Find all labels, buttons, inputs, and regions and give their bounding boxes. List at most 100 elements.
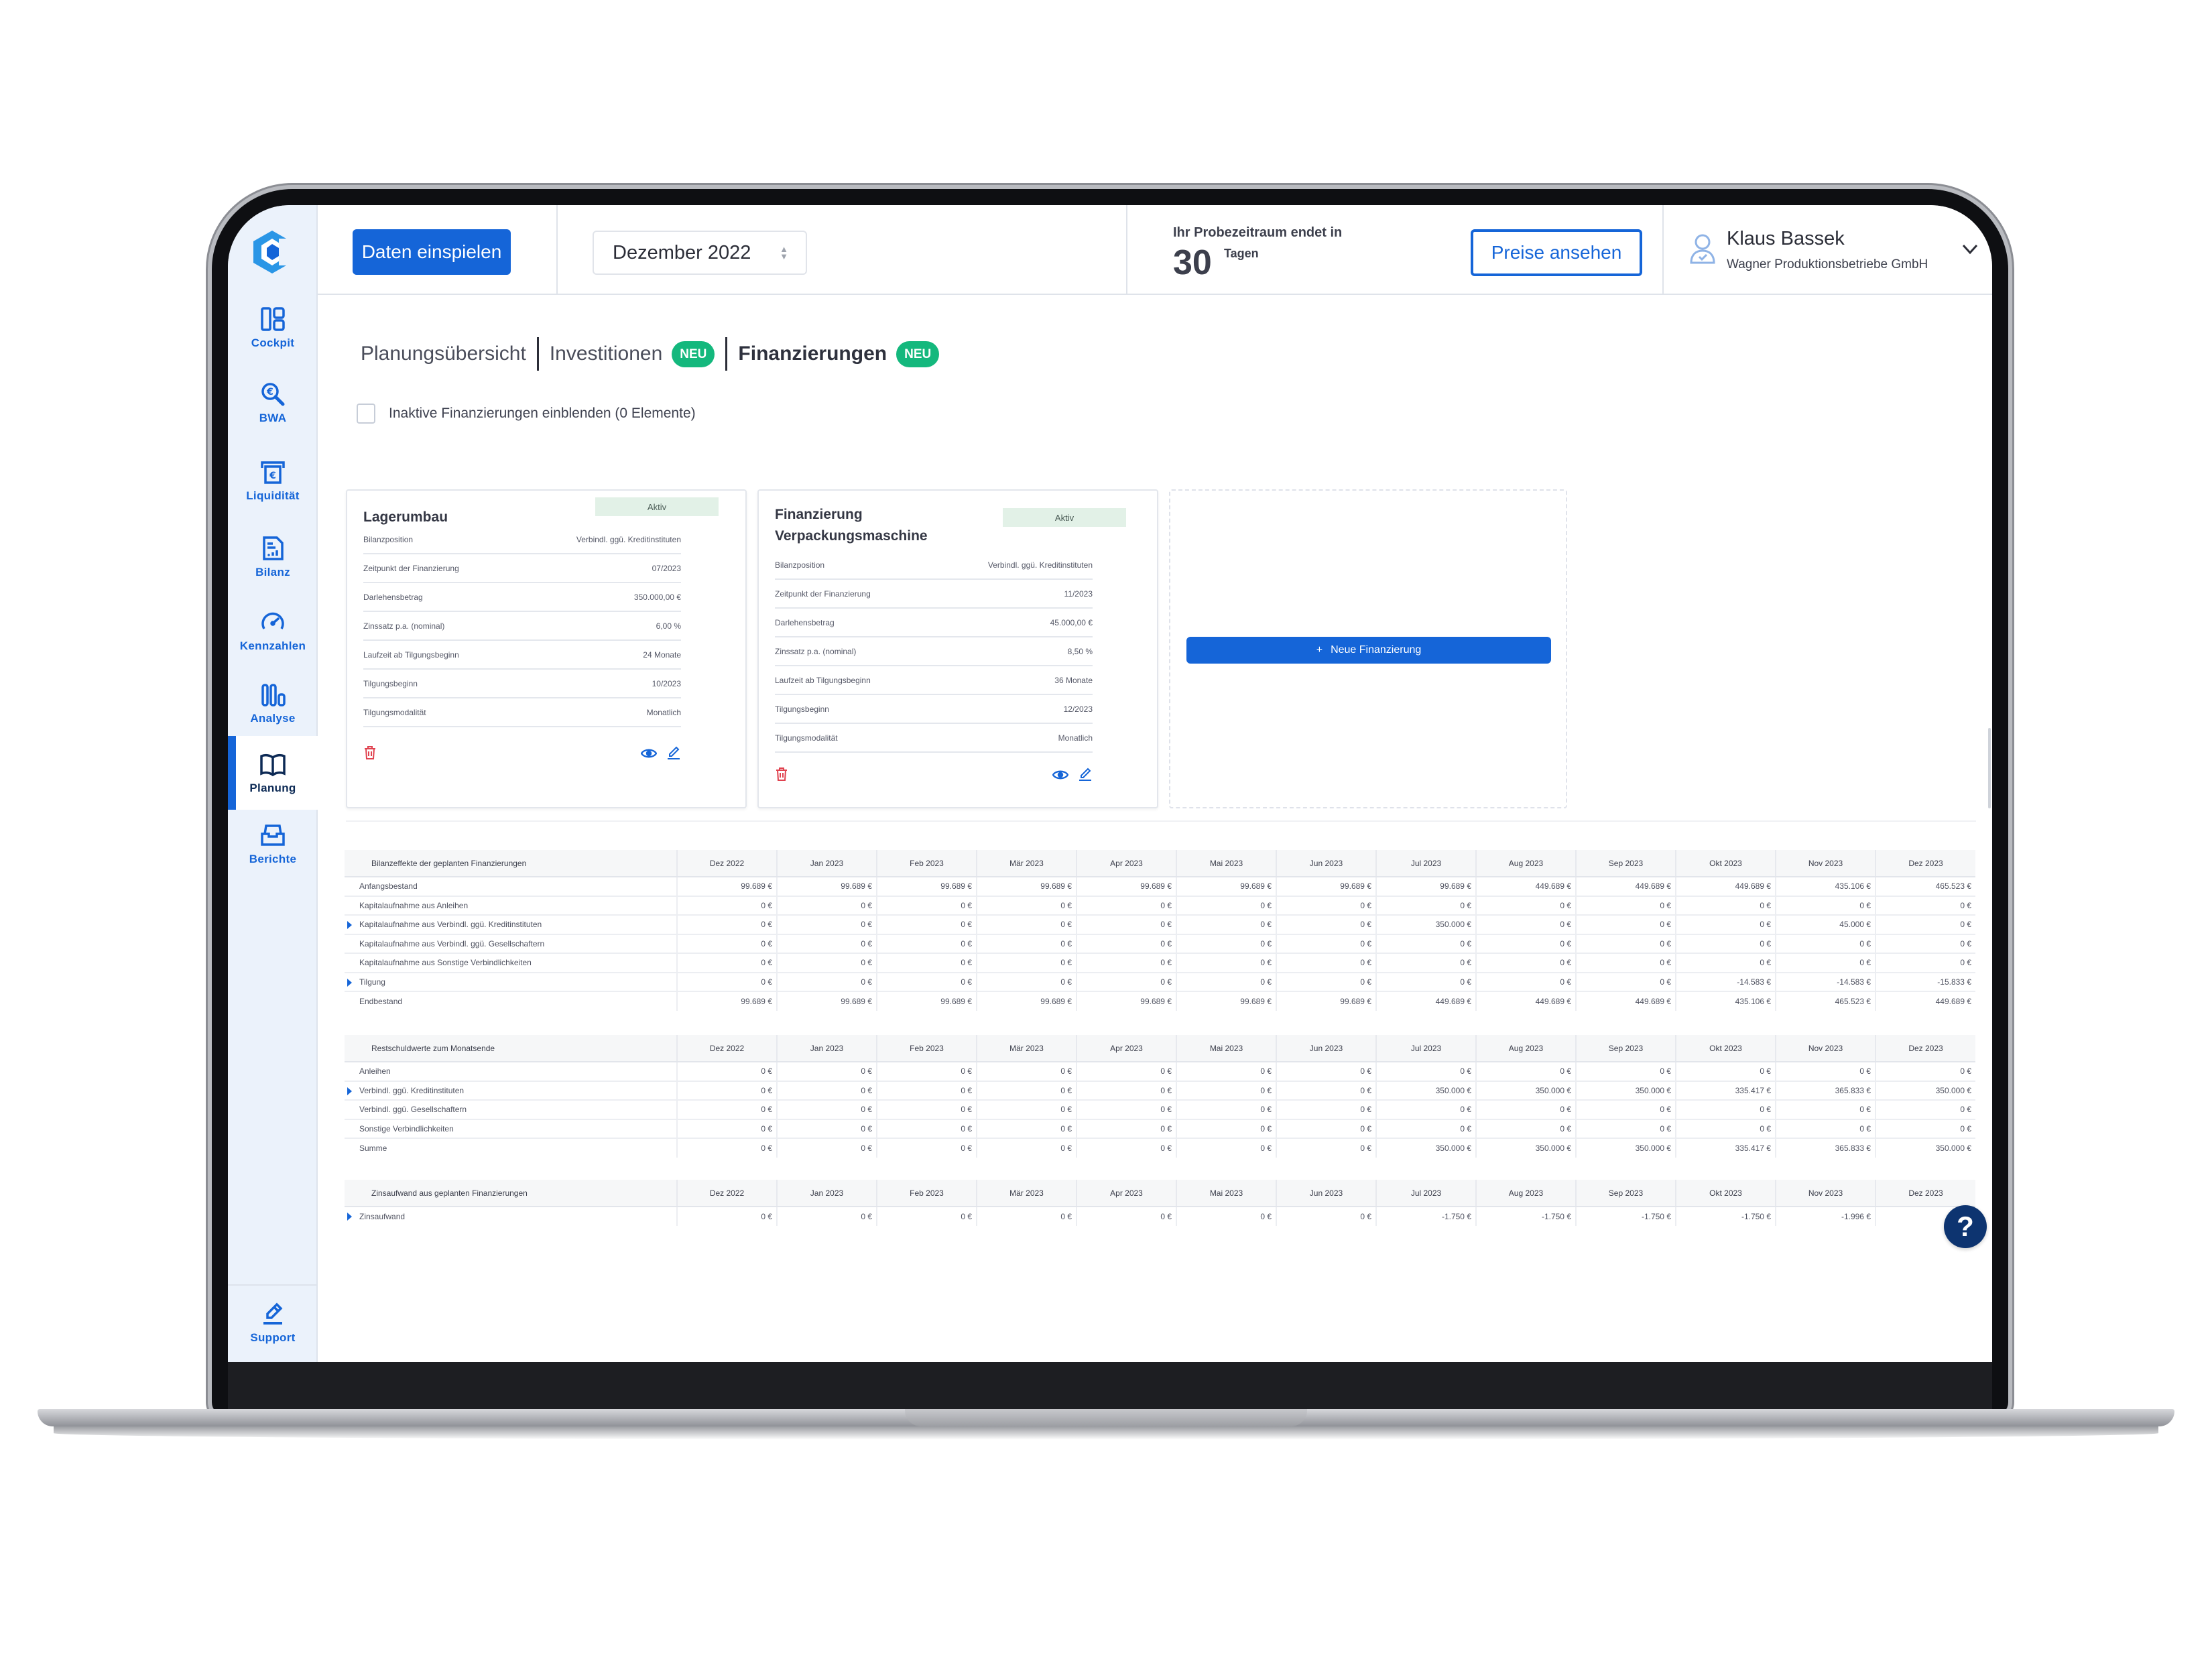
header-divider [1126,205,1127,294]
delete-trash-icon[interactable] [775,767,788,782]
month-select[interactable]: Dezember 2022 ▲ ▼ [593,231,807,275]
table-row: Zinsaufwand 0 €0 €0 €0 €0 €0 €0 € -1.750 €… [345,1207,1975,1226]
sidebar-item-berichte[interactable]: Berichte [228,807,318,881]
help-button[interactable]: ? [1944,1205,1987,1248]
month-column-header: Feb 2023 [876,1035,977,1062]
tab-planungsuebersicht[interactable]: Planungsübersicht [361,343,526,365]
value-cell: 99.689 € [1176,877,1276,897]
value-cell: 0 € [1375,1062,1476,1082]
expand-caret-icon[interactable] [347,978,352,987]
view-eye-icon[interactable] [641,747,657,760]
value-cell: 449.689 € [1575,991,1676,1011]
value-cell: 0 € [1276,1207,1376,1226]
header-divider [556,205,558,294]
open-book-icon [260,753,286,777]
tab-investitionen[interactable]: Investitionen NEU [550,341,715,367]
status-badge: Aktiv [595,497,719,516]
new-financing-button[interactable]: + Neue Finanzierung [1186,637,1551,664]
edit-pencil-icon[interactable] [666,745,681,760]
value-cell: 449.689 € [1875,991,1975,1011]
value-cell: 0 € [676,1207,777,1226]
edit-pencil-icon[interactable] [1078,767,1093,782]
value-cell: 365.833 € [1775,1138,1876,1158]
import-data-button[interactable]: Daten einspielen [353,229,511,275]
value-cell: 449.689 € [1575,877,1676,897]
row-value: 8,50 % [1067,646,1093,656]
value-cell: 0 € [1176,1207,1276,1226]
value-cell: 0 € [1575,953,1676,973]
value-cell: 350.000 € [1375,1138,1476,1158]
app-logo-icon[interactable] [252,229,292,275]
value-cell: 0 € [1875,953,1975,973]
card-row: Zeitpunkt der Finanzierung 07/2023 [363,554,681,583]
card-row: Zeitpunkt der Finanzierung 11/2023 [775,580,1093,609]
month-column-header: Jan 2023 [776,1180,877,1207]
value-cell: 0 € [1775,1100,1876,1120]
expand-caret-icon[interactable] [347,1087,352,1095]
status-badge: Aktiv [1003,508,1126,527]
month-column-header: Aug 2023 [1475,1180,1576,1207]
value-cell: 0 € [776,1138,877,1158]
row-label: Anfangsbestand [359,881,418,892]
sidebar-item-bwa[interactable]: € BWA [228,366,318,440]
chevron-down-icon[interactable] [1960,239,1980,259]
app-screen: Cockpit € BWA € Liquidität Bilanz Kennza… [228,205,1992,1362]
sidebar-item-cockpit[interactable]: Cockpit [228,291,318,365]
table-row: Verbindl. ggü. Kreditinstituten 0 €0 €0 €… [345,1081,1975,1101]
tab-label: Planungsübersicht [361,343,526,365]
value-cell: 0 € [676,1100,777,1120]
view-eye-icon[interactable] [1052,768,1068,782]
value-cell: 0 € [1276,1081,1376,1101]
row-label: Kapitalaufnahme aus Verbindl. ggü. Gesel… [359,938,545,948]
view-prices-button[interactable]: Preise ansehen [1471,229,1642,276]
row-value: 350.000,00 € [633,592,681,602]
table-row: Anfangsbestand 99.689 €99.689 €99.689 €99… [345,877,1975,897]
row-label: Tilgung [359,977,385,987]
value-cell: 99.689 € [1276,991,1376,1011]
trial-info: Ihr Probezeitraum endet in 30 Tagen [1173,225,1342,282]
value-cell: 0 € [1575,896,1676,916]
value-cell: 0 € [676,896,777,916]
value-cell: 0 € [1575,1119,1676,1139]
value-cell: 0 € [976,934,1077,954]
row-label: Summe [359,1143,387,1153]
value-cell: 0 € [1675,1100,1776,1120]
value-cell: 0 € [1076,1100,1176,1120]
value-cell: 365.833 € [1775,1081,1876,1101]
expand-caret-icon[interactable] [347,1213,352,1221]
value-cell: 0 € [1176,1100,1276,1120]
delete-trash-icon[interactable] [363,745,377,760]
value-cell: 0 € [1076,934,1176,954]
expand-caret-icon[interactable] [347,921,352,929]
sidebar-item-liquiditaet[interactable]: € Liquidität [228,444,318,517]
scrollbar-thumb[interactable] [1988,728,1991,808]
pencil-icon [263,1302,283,1325]
sidebar-item-support[interactable]: Support [228,1286,318,1359]
show-inactive-checkbox[interactable] [357,404,375,424]
value-cell: 0 € [976,1100,1077,1120]
sidebar-item-planung[interactable]: Planung [228,736,318,810]
value-cell: 350.000 € [1375,915,1476,935]
sidebar-item-kennzahlen[interactable]: Kennzahlen [228,594,318,668]
month-column-header: Jul 2023 [1375,850,1476,877]
value-cell: 435.106 € [1775,877,1876,897]
sidebar-item-analyse[interactable]: Analyse [228,666,318,740]
value-cell: 0 € [1076,1138,1176,1158]
row-value: 6,00 % [656,621,681,631]
value-cell: 0 € [1375,1100,1476,1120]
value-cell: 0 € [676,953,777,973]
value-cell: 435.106 € [1675,991,1776,1011]
month-column-header: Sep 2023 [1575,850,1676,877]
month-column-header: Dez 2022 [676,1180,777,1207]
show-inactive-toggle[interactable]: Inaktive Finanzierungen einblenden (0 El… [357,404,696,424]
card-row: Tilgungsbeginn 12/2023 [775,695,1093,724]
inbox-tray-icon [261,824,285,846]
row-value: Monatlich [646,707,681,717]
value-cell: 0 € [1675,915,1776,935]
tab-finanzierungen[interactable]: Finanzierungen NEU [738,341,940,367]
user-menu[interactable]: Klaus Bassek Wagner Produktionsbetriebe … [1689,228,1978,275]
sidebar-item-bilanz[interactable]: Bilanz [228,520,318,594]
row-label-cell: Kapitalaufnahme aus Sonstige Verbindlich… [345,953,677,973]
row-value: 24 Monate [643,650,681,660]
value-cell: 0 € [1176,934,1276,954]
